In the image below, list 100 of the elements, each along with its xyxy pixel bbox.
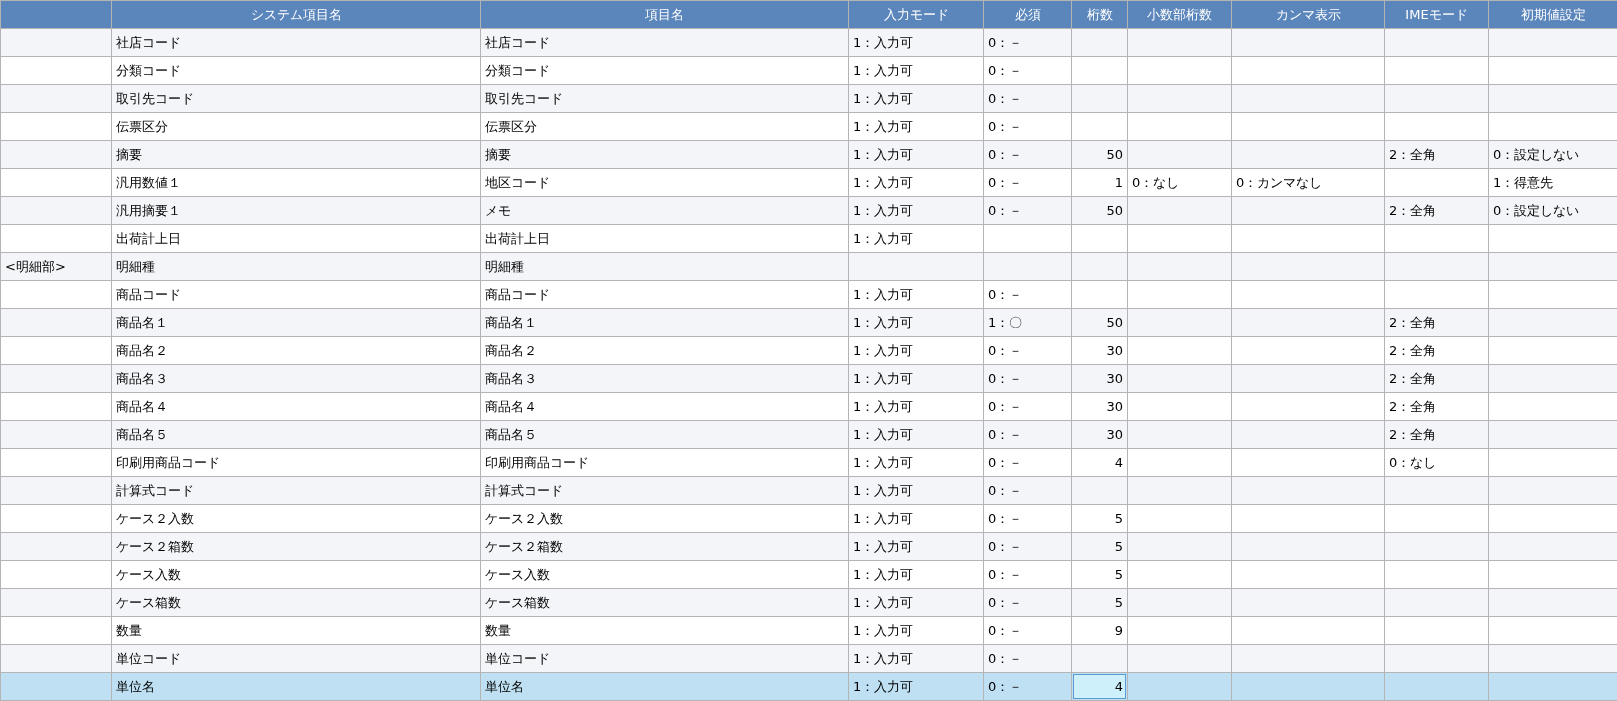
table-cell: 0：－ — [983, 672, 1072, 701]
table-cell: 印刷用商品コード — [480, 448, 849, 477]
table-cell: ケース箱数 — [111, 588, 481, 617]
table-cell: 5 — [1071, 560, 1128, 589]
table-cell: 1：入力可 — [848, 224, 984, 253]
table-cell: 商品名２ — [480, 336, 849, 365]
table-cell: 1：入力可 — [848, 672, 984, 701]
table-cell: 2：全角 — [1384, 336, 1489, 365]
table-cell: 50 — [1071, 196, 1128, 225]
table-cell: 1：入力可 — [848, 616, 984, 645]
table-cell: 印刷用商品コード — [111, 448, 481, 477]
table-cell: 1：入力可 — [848, 196, 984, 225]
table-cell: 5 — [1071, 588, 1128, 617]
table-cell: 社店コード — [111, 28, 481, 57]
table-cell: 0：－ — [983, 280, 1072, 309]
table-cell: <明細部> — [0, 252, 112, 281]
table-cell: 1：得意先 — [1488, 168, 1617, 197]
table-cell: 0：設定しない — [1488, 196, 1617, 225]
table-cell: 0：－ — [983, 588, 1072, 617]
table-cell: 摘要 — [111, 140, 481, 169]
column-header: 項目名 — [480, 0, 849, 29]
table-cell: 商品名１ — [480, 308, 849, 337]
table-cell: 50 — [1071, 140, 1128, 169]
table-cell: 0：－ — [983, 420, 1072, 449]
table-cell: 0：－ — [983, 364, 1072, 393]
table-cell: 地区コード — [480, 168, 849, 197]
cell-input-field[interactable]: 4 — [1073, 674, 1126, 699]
table-cell: 1：〇 — [983, 308, 1072, 337]
table-cell: 1：入力可 — [848, 84, 984, 113]
table-cell: 伝票区分 — [480, 112, 849, 141]
table-cell: 1：入力可 — [848, 392, 984, 421]
table-cell: 商品コード — [111, 280, 481, 309]
table-cell: 1：入力可 — [848, 644, 984, 673]
table-cell: 0：－ — [983, 532, 1072, 561]
table-cell: 1：入力可 — [848, 588, 984, 617]
table-cell: 1 — [1071, 168, 1128, 197]
column-header: システム項目名 — [111, 0, 481, 29]
table-cell: 伝票区分 — [111, 112, 481, 141]
table-cell: ケース入数 — [480, 560, 849, 589]
table-cell: 明細種 — [111, 252, 481, 281]
column-header: 入力モード — [848, 0, 984, 29]
table-cell: 商品コード — [480, 280, 849, 309]
table-cell: 商品名５ — [111, 420, 481, 449]
table-cell: 社店コード — [480, 28, 849, 57]
table-cell: 汎用摘要１ — [111, 196, 481, 225]
table-cell: 1：入力可 — [848, 140, 984, 169]
table-cell: 1：入力可 — [848, 168, 984, 197]
table-cell: ケース２入数 — [111, 504, 481, 533]
table-cell: 4 — [1071, 448, 1128, 477]
table-cell: 0：－ — [983, 476, 1072, 505]
table-cell: 30 — [1071, 420, 1128, 449]
table-cell: メモ — [480, 196, 849, 225]
table-cell: 9 — [1071, 616, 1128, 645]
column-header: カンマ表示 — [1231, 0, 1385, 29]
table-cell: 取引先コード — [480, 84, 849, 113]
table-cell: 2：全角 — [1384, 308, 1489, 337]
column-header: 初期値設定 — [1488, 0, 1617, 29]
table-cell: 1：入力可 — [848, 420, 984, 449]
table-cell: 2：全角 — [1384, 420, 1489, 449]
table-cell: 商品名３ — [480, 364, 849, 393]
table-cell: 数量 — [111, 616, 481, 645]
table-cell: 1：入力可 — [848, 56, 984, 85]
table-cell: 30 — [1071, 392, 1128, 421]
table-cell: 0：－ — [983, 560, 1072, 589]
table-cell: 5 — [1071, 504, 1128, 533]
table-cell: 単位コード — [111, 644, 481, 673]
column-header: 必須 — [983, 0, 1072, 29]
table-cell: ケース２箱数 — [480, 532, 849, 561]
table-cell: 0：設定しない — [1488, 140, 1617, 169]
table-cell: 0：－ — [983, 84, 1072, 113]
table-cell: 単位コード — [480, 644, 849, 673]
table-cell: 分類コード — [111, 56, 481, 85]
table-cell: 0：－ — [983, 336, 1072, 365]
table-cell: 0：なし — [1127, 168, 1232, 197]
table-cell: 計算式コード — [480, 476, 849, 505]
table-cell: 2：全角 — [1384, 364, 1489, 393]
table-cell: 1：入力可 — [848, 28, 984, 57]
table-cell: 明細種 — [480, 252, 849, 281]
table-cell: 1：入力可 — [848, 504, 984, 533]
table-cell: 2：全角 — [1384, 196, 1489, 225]
table-cell: 0：なし — [1384, 448, 1489, 477]
table-cell: 商品名４ — [480, 392, 849, 421]
table-cell: 50 — [1071, 308, 1128, 337]
column-header: 小数部桁数 — [1127, 0, 1232, 29]
table-cell: 1：入力可 — [848, 112, 984, 141]
table-cell: 商品名１ — [111, 308, 481, 337]
table-cell: 30 — [1071, 364, 1128, 393]
table-cell: 1：入力可 — [848, 476, 984, 505]
column-header: 桁数 — [1071, 0, 1128, 29]
table-cell: 1：入力可 — [848, 308, 984, 337]
table-cell: 5 — [1071, 532, 1128, 561]
table-cell: 商品名４ — [111, 392, 481, 421]
table-cell: 1：入力可 — [848, 364, 984, 393]
table-cell: 0：－ — [983, 168, 1072, 197]
table-cell: 0：－ — [983, 112, 1072, 141]
table-cell: 2：全角 — [1384, 392, 1489, 421]
table-cell: 取引先コード — [111, 84, 481, 113]
table-cell: 単位名 — [111, 672, 481, 701]
table-cell: 出荷計上日 — [480, 224, 849, 253]
table-cell: 0：－ — [983, 644, 1072, 673]
